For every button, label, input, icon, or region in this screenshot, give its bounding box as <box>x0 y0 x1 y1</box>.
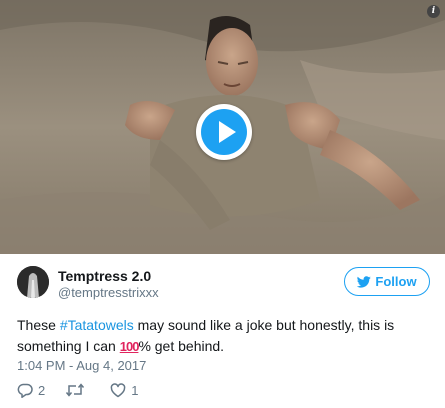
user-info[interactable]: Temptress 2.0 @temptresstrixxx <box>58 268 159 301</box>
avatar[interactable] <box>17 266 49 298</box>
reply-action[interactable]: 2 <box>17 383 45 398</box>
retweet-action[interactable] <box>65 383 90 397</box>
reply-count: 2 <box>38 382 46 398</box>
tweet-text-before: These <box>17 317 60 333</box>
display-name[interactable]: Temptress 2.0 <box>58 268 159 284</box>
tweet-text: These #Tatatowels may sound like a joke … <box>17 315 432 357</box>
hashtag-link[interactable]: #Tatatowels <box>60 317 134 333</box>
tweet-card: Temptress 2.0 @temptresstrixxx Follow Th… <box>0 254 445 408</box>
twitter-bird-icon <box>357 275 372 288</box>
tweet-actions: 2 1 <box>17 381 158 399</box>
play-icon <box>219 121 236 143</box>
heart-icon <box>110 382 126 397</box>
follow-button[interactable]: Follow <box>344 267 430 296</box>
avatar-image <box>17 266 49 298</box>
play-button[interactable] <box>196 104 252 160</box>
reply-icon <box>17 383 33 398</box>
hundred-points-emoji: 100 <box>119 339 140 354</box>
info-icon[interactable]: i <box>427 5 440 18</box>
play-button-circle <box>201 109 247 155</box>
like-action[interactable]: 1 <box>110 383 138 398</box>
like-count: 1 <box>131 382 139 398</box>
tweet-media-video[interactable]: i <box>0 0 445 254</box>
user-handle[interactable]: @temptresstrixxx <box>58 284 159 301</box>
retweet-icon <box>66 383 85 397</box>
follow-label: Follow <box>375 274 417 289</box>
tweet-timestamp[interactable]: 1:04 PM - Aug 4, 2017 <box>17 358 146 373</box>
tweet-text-after: % get behind. <box>138 338 225 354</box>
